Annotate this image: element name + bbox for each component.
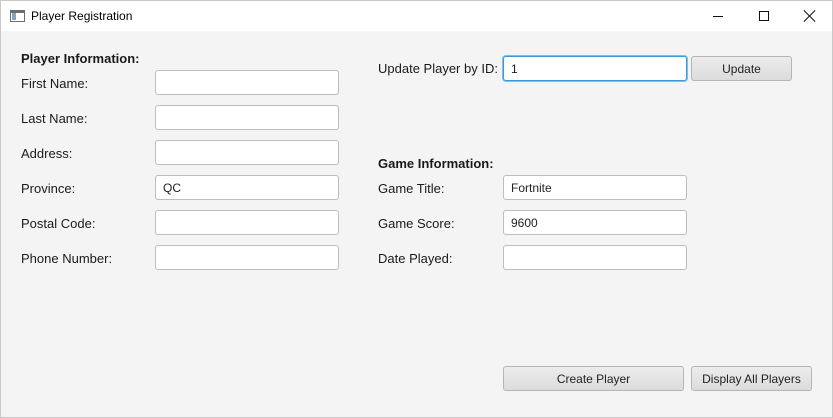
close-button[interactable] (787, 1, 833, 31)
player-info-heading: Player Information: (21, 51, 140, 66)
maximize-button[interactable] (741, 1, 787, 31)
game-score-field[interactable] (503, 210, 687, 235)
title-bar[interactable]: Player Registration (1, 1, 832, 31)
phone-number-field[interactable] (155, 245, 339, 270)
first-name-field[interactable] (155, 70, 339, 95)
postal-code-label: Postal Code: (21, 216, 96, 231)
update-player-id-label: Update Player by ID: (378, 61, 498, 76)
maximize-icon (759, 11, 769, 21)
address-label: Address: (21, 146, 73, 161)
first-name-label: First Name: (21, 76, 89, 91)
game-info-heading: Game Information: (378, 156, 494, 171)
game-title-label: Game Title: (378, 181, 445, 196)
province-label: Province: (21, 181, 76, 196)
display-all-players-button[interactable]: Display All Players (691, 366, 812, 391)
update-button[interactable]: Update (691, 56, 792, 81)
date-played-field[interactable] (503, 245, 687, 270)
close-icon (804, 10, 816, 22)
last-name-field[interactable] (155, 105, 339, 130)
phone-number-label: Phone Number: (21, 251, 113, 266)
window-title: Player Registration (31, 9, 133, 23)
minimize-button[interactable] (695, 1, 741, 31)
player-registration-window: Player Registration Player Information: … (0, 0, 833, 418)
last-name-label: Last Name: (21, 111, 88, 126)
app-window-icon (10, 10, 25, 22)
postal-code-field[interactable] (155, 210, 339, 235)
game-score-label: Game Score: (378, 216, 455, 231)
player-id-field[interactable] (503, 56, 687, 81)
province-field[interactable] (155, 175, 339, 200)
date-played-label: Date Played: (378, 251, 453, 266)
create-player-button[interactable]: Create Player (503, 366, 684, 391)
address-field[interactable] (155, 140, 339, 165)
minimize-icon (713, 15, 723, 17)
game-title-field[interactable] (503, 175, 687, 200)
